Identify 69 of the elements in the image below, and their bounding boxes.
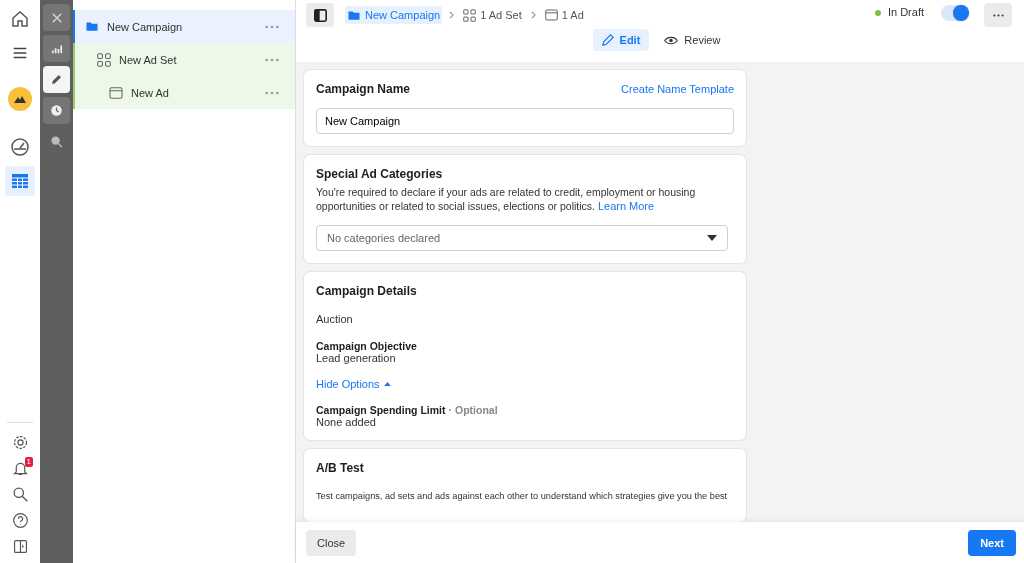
close-button[interactable]: Close (306, 529, 357, 556)
folder-icon (85, 21, 99, 32)
field-label: Campaign Objective (316, 340, 418, 352)
tool-button[interactable] (43, 97, 70, 124)
spending-limit-value: None added (316, 416, 377, 428)
magnifier-icon (49, 134, 64, 149)
caret-icon (383, 382, 391, 386)
description-text: Test campaigns, ad sets and ads against each other to understand which strategies give you the best (316, 490, 728, 503)
home-icon (10, 9, 30, 29)
eye-icon (664, 35, 679, 45)
tree-item[interactable]: New Ad (73, 76, 295, 109)
hide-options-link[interactable]: Hide Options (316, 378, 380, 390)
sidebar-toggle-button[interactable] (306, 3, 334, 27)
more-icon (992, 13, 1004, 17)
tree-label: New Campaign (107, 20, 184, 33)
chevron-icon (449, 11, 455, 19)
objective-value: Lead generation (316, 352, 397, 364)
tool-button[interactable] (43, 4, 70, 31)
card-title: Campaign Details (316, 284, 418, 298)
breadcrumb-label: 1 Ad Set (480, 9, 522, 21)
breadcrumb-item[interactable]: New Campaign (345, 6, 443, 24)
notification-badge: 1 (24, 457, 33, 467)
tab[interactable]: Edit (592, 29, 650, 51)
next-button[interactable]: Next (968, 529, 1016, 556)
nav-button[interactable] (5, 84, 35, 114)
tree-item[interactable]: New Campaign (73, 10, 295, 43)
search-icon[interactable] (11, 485, 29, 503)
card-title: Campaign Name (316, 82, 411, 96)
card-title: Special Ad Categories (316, 167, 444, 181)
breadcrumb-label: New Campaign (365, 9, 441, 21)
tree-label: New Ad (131, 86, 170, 99)
panel-icon (313, 8, 327, 22)
chevron-icon (530, 11, 536, 19)
toggle-switch[interactable] (941, 5, 969, 21)
optional-note: · Optional (448, 404, 498, 416)
tree-item[interactable]: New Ad Set (73, 43, 295, 76)
help-icon[interactable] (11, 511, 29, 529)
tool-button[interactable] (43, 35, 70, 62)
settings-icon[interactable] (11, 433, 29, 451)
panel-icon[interactable] (11, 537, 29, 555)
avatar-icon (8, 87, 32, 111)
buying-type: Auction (316, 313, 354, 325)
status-label: In Draft (887, 6, 924, 18)
tree-label: New Ad Set (119, 53, 178, 66)
folder-icon (347, 9, 361, 21)
tab[interactable]: Review (655, 29, 730, 51)
caret-icon (707, 235, 717, 241)
description-text: You're required to declare if your ads are related to credit, employment or housing opportunities or related to social issues, elections or politics. Learn More (316, 185, 697, 213)
table-icon (10, 171, 30, 191)
window-icon (544, 9, 558, 21)
more-icon[interactable] (265, 57, 279, 62)
learn-more-link[interactable]: Learn More (597, 199, 655, 213)
breadcrumb-item[interactable]: 1 Ad (542, 6, 586, 24)
grid-icon (463, 8, 477, 22)
campaign-name-field[interactable]: New Campaign (316, 108, 734, 134)
pencil-icon (601, 34, 614, 46)
window-icon (109, 86, 123, 99)
tool-button[interactable] (43, 66, 70, 93)
grid-icon (97, 52, 111, 67)
gauge-icon (10, 137, 30, 157)
breadcrumb-label: 1 Ad (561, 9, 584, 21)
field-label: Campaign Spending Limit (316, 404, 446, 416)
pencil-icon (49, 72, 64, 87)
categories-dropdown[interactable]: No categories declared (316, 225, 728, 251)
create-template-link[interactable]: Create Name Template (621, 83, 734, 95)
clock-icon (49, 103, 64, 118)
card-title: A/B Test (316, 461, 365, 475)
more-icon[interactable] (265, 90, 279, 95)
breadcrumb-item[interactable]: 1 Ad Set (461, 5, 524, 25)
